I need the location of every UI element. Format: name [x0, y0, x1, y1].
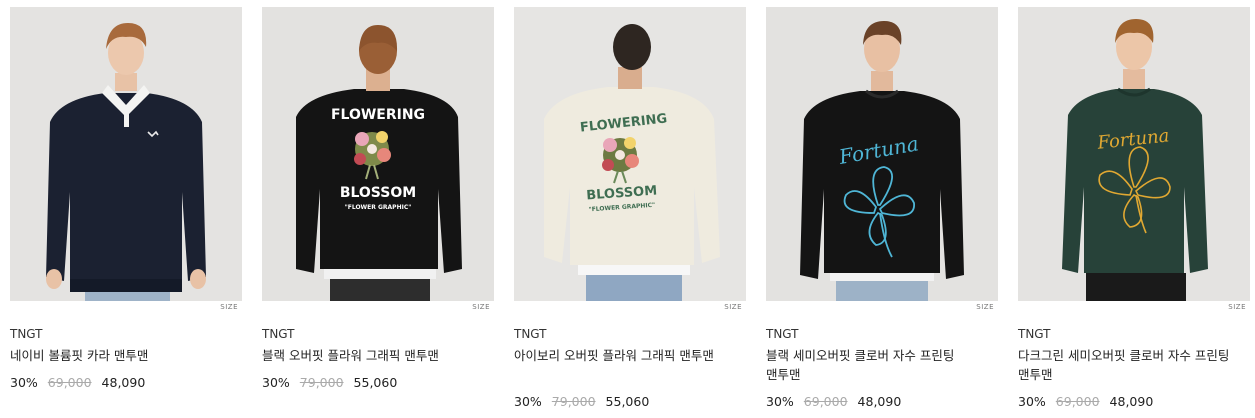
discount-rate: 30%	[1018, 394, 1046, 409]
product-info: TNGT 네이비 볼륨핏 카라 맨투맨 30% 69,000 48,090	[10, 327, 242, 390]
product-card[interactable]: FLOWERING BLOSSOM "FLOWER GRAPHIC" SIZE …	[262, 7, 494, 390]
product-image[interactable]: Fortuna	[766, 7, 998, 301]
sale-price: 55,060	[605, 394, 650, 409]
product-price: 30% 69,000 48,090	[10, 375, 145, 391]
discount-rate: 30%	[514, 394, 542, 409]
sale-price: 48,090	[857, 394, 902, 409]
product-brand[interactable]: TNGT	[766, 327, 998, 341]
original-price: 69,000	[803, 394, 848, 409]
product-name[interactable]: 다크그린 세미오버핏 클로버 자수 프린팅 맨투맨	[1018, 346, 1233, 384]
original-price: 69,000	[1055, 394, 1100, 409]
size-label: SIZE	[472, 303, 490, 311]
product-price: 30% 69,000 48,090	[766, 394, 901, 410]
discount-rate: 30%	[10, 375, 38, 390]
product-name[interactable]: 블랙 오버핏 플라워 그래픽 맨투맨	[262, 346, 477, 365]
product-brand[interactable]: TNGT	[10, 327, 242, 341]
product-image[interactable]: FLOWERING BLOSSOM "FLOWER GRAPHIC"	[514, 7, 746, 301]
product-brand[interactable]: TNGT	[262, 327, 494, 341]
product-image[interactable]	[10, 7, 242, 301]
product-card[interactable]: Fortuna SIZE TNGT 다크그린 세미오버핏 클로버 자수 프린팅 …	[1018, 7, 1250, 409]
product-image[interactable]: FLOWERING BLOSSOM "FLOWER GRAPHIC"	[262, 7, 494, 301]
original-price: 79,000	[299, 375, 344, 390]
product-info: TNGT 다크그린 세미오버핏 클로버 자수 프린팅 맨투맨 30% 69,000…	[1018, 327, 1250, 409]
product-price: 30% 79,000 55,060	[262, 375, 397, 391]
discount-rate: 30%	[766, 394, 794, 409]
product-card[interactable]: Fortuna SIZE TNGT 블랙 세미오버핏 클로버 자수 프린팅 맨투…	[766, 7, 998, 409]
sale-price: 48,090	[1109, 394, 1154, 409]
product-price: 30% 69,000 48,090	[1018, 394, 1153, 410]
product-name[interactable]: 네이비 볼륨핏 카라 맨투맨	[10, 346, 225, 365]
product-info: TNGT 아이보리 오버핏 플라워 그래픽 맨투맨 30% 79,000 55,06…	[514, 327, 746, 409]
product-info: TNGT 블랙 오버핏 플라워 그래픽 맨투맨 30% 79,000 55,060	[262, 327, 494, 390]
original-price: 79,000	[551, 394, 596, 409]
sale-price: 48,090	[101, 375, 146, 390]
product-brand[interactable]: TNGT	[514, 327, 746, 341]
size-label: SIZE	[220, 303, 238, 311]
size-label: SIZE	[1228, 303, 1246, 311]
product-image[interactable]: Fortuna	[1018, 7, 1250, 301]
product-brand[interactable]: TNGT	[1018, 327, 1250, 341]
product-info: TNGT 블랙 세미오버핏 클로버 자수 프린팅 맨투맨 30% 69,000 48…	[766, 327, 998, 409]
product-grid: SIZE TNGT 네이비 볼륨핏 카라 맨투맨 30% 69,000 48,090…	[0, 0, 1255, 418]
product-card[interactable]: SIZE TNGT 네이비 볼륨핏 카라 맨투맨 30% 69,000 48,090	[10, 7, 242, 390]
product-name[interactable]: 아이보리 오버핏 플라워 그래픽 맨투맨	[514, 346, 729, 365]
graphic-top-text: FLOWERING	[331, 107, 425, 123]
graphic-caption-text: "FLOWER GRAPHIC"	[345, 204, 412, 211]
size-label: SIZE	[976, 303, 994, 311]
product-card[interactable]: FLOWERING BLOSSOM "FLOWER GRAPHIC" SIZE …	[514, 7, 746, 409]
graphic-bottom-text: BLOSSOM	[340, 185, 416, 201]
sale-price: 55,060	[353, 375, 398, 390]
discount-rate: 30%	[262, 375, 290, 390]
original-price: 69,000	[47, 375, 92, 390]
product-price: 30% 79,000 55,060	[514, 394, 649, 410]
product-name[interactable]: 블랙 세미오버핏 클로버 자수 프린팅 맨투맨	[766, 346, 981, 384]
size-label: SIZE	[724, 303, 742, 311]
